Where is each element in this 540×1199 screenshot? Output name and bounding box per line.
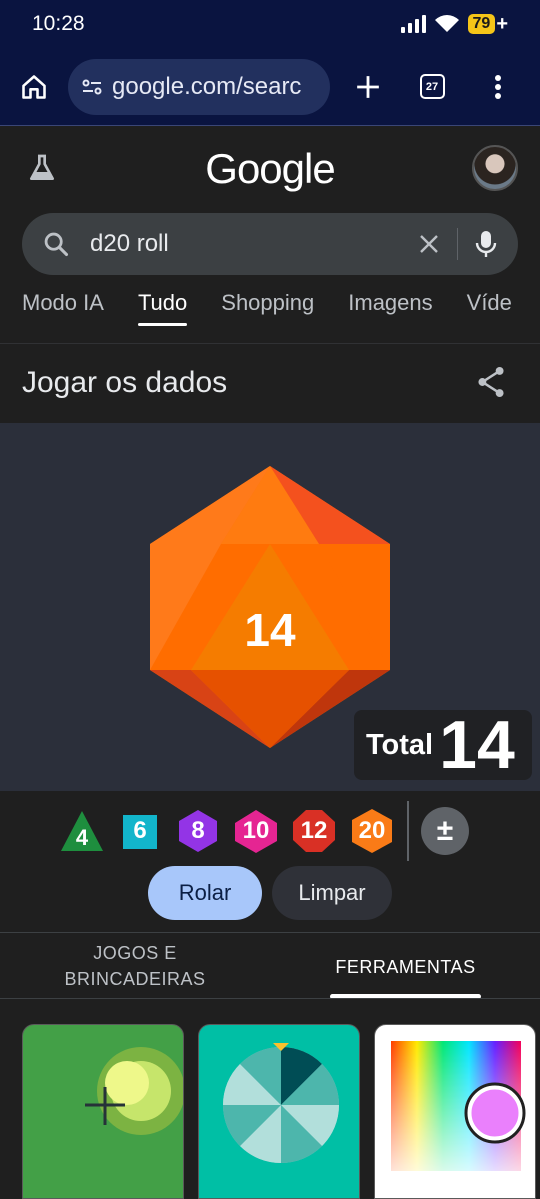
tab-videos[interactable]: Víde (467, 290, 512, 326)
tab-images[interactable]: Imagens (348, 290, 432, 326)
action-buttons: Rolar Limpar (148, 866, 392, 920)
d12-button[interactable]: 12 (291, 807, 337, 855)
battery-indicator: 79 + (467, 12, 508, 36)
signal-icon (400, 15, 426, 33)
d6-label: 6 (133, 817, 147, 844)
url-text: google.com/searc (112, 72, 302, 100)
avatar[interactable] (472, 145, 518, 191)
d12-label: 12 (300, 817, 328, 844)
status-icons: 79 + (400, 12, 508, 36)
tab-switcher-button[interactable]: 27 (412, 67, 452, 107)
status-bar: 10:28 79 + (0, 0, 540, 48)
search-input[interactable]: d20 roll (22, 213, 518, 275)
d10-button[interactable]: 10 (233, 807, 279, 855)
home-icon (22, 74, 46, 99)
new-tab-button[interactable] (348, 67, 388, 107)
d6-button[interactable]: 6 (117, 807, 163, 855)
site-settings-icon (82, 79, 102, 94)
tool-card-spirit-level[interactable] (22, 1024, 184, 1199)
d20-label: 20 (358, 817, 386, 844)
tabs-divider (0, 343, 540, 344)
total-label: Total (366, 728, 434, 761)
clear-button[interactable]: Limpar (272, 866, 392, 920)
search-query[interactable]: d20 roll (90, 230, 417, 258)
d4-label: 4 (75, 825, 89, 850)
tool-card-spinner[interactable] (198, 1024, 360, 1199)
die-face-value: 14 (244, 604, 296, 656)
dice-selector: 4 6 8 10 12 20 ± (0, 800, 540, 862)
total-panel: Total 14 (354, 710, 532, 780)
d8-button[interactable]: 8 (175, 807, 221, 855)
modifier-button[interactable]: ± (421, 807, 469, 855)
spirit-level-icon (85, 1047, 183, 1135)
more-vert-icon (495, 74, 501, 99)
tool-card-color-picker[interactable] (374, 1024, 536, 1199)
tab-count: 27 (419, 74, 445, 99)
wifi-icon (434, 15, 459, 32)
tab-ai-mode[interactable]: Modo IA (22, 290, 104, 326)
search-icon (44, 232, 69, 257)
status-time: 10:28 (32, 12, 85, 35)
search-divider (457, 228, 458, 260)
battery-level: 79 (467, 14, 496, 34)
dice-stage[interactable]: 14 Total 14 (0, 423, 540, 791)
roll-button[interactable]: Rolar (148, 866, 262, 920)
tab-tools[interactable]: FERRAMENTAS (330, 954, 481, 980)
charging-icon: + (496, 12, 508, 35)
category-divider-top (0, 932, 540, 933)
tab-shopping[interactable]: Shopping (221, 290, 314, 326)
d20-die[interactable]: 14 (149, 466, 391, 748)
address-bar[interactable]: google.com/searc (68, 58, 330, 115)
d4-button[interactable]: 4 (59, 807, 105, 855)
total-value: 14 (439, 707, 515, 783)
browser-toolbar: google.com/searc 27 (0, 48, 540, 126)
dice-separator (407, 801, 409, 861)
plus-icon (357, 75, 379, 98)
tab-games[interactable]: JOGOS E BRINCADEIRAS (60, 940, 210, 992)
category-divider-bottom (0, 998, 540, 999)
tab-all[interactable]: Tudo (137, 290, 188, 326)
share-icon[interactable] (476, 366, 506, 398)
home-button[interactable] (14, 67, 54, 107)
d10-label: 10 (242, 817, 270, 844)
color-palette-icon (391, 1041, 526, 1171)
d20-button[interactable]: 20 (349, 807, 395, 855)
google-logo[interactable]: Google (0, 145, 540, 193)
labs-flask-icon[interactable] (26, 152, 58, 184)
dice-card-title: Jogar os dados (22, 366, 228, 399)
search-tabs: Modo IA Tudo Shopping Imagens Víde (22, 290, 512, 326)
spinner-wheel-icon (223, 1043, 339, 1163)
d8-label: 8 (191, 817, 205, 844)
clear-search-icon[interactable] (417, 232, 441, 256)
browser-menu-button[interactable] (478, 67, 518, 107)
google-header: Google (0, 127, 540, 209)
microphone-icon[interactable] (474, 229, 498, 259)
